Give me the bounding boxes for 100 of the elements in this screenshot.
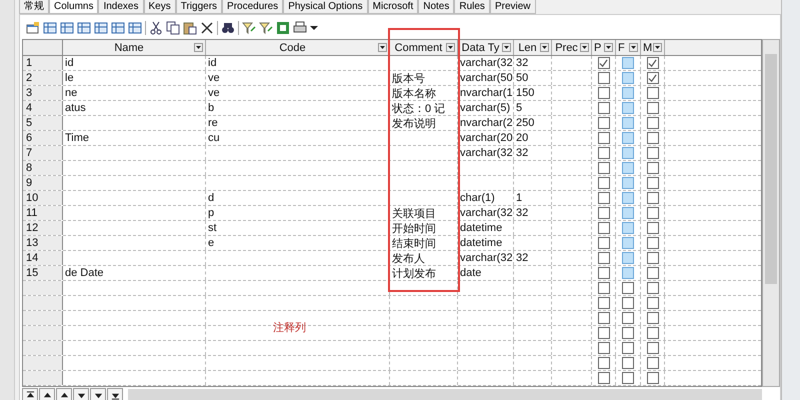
row-header[interactable] (23, 341, 63, 355)
tab[interactable]: Preview (490, 0, 536, 14)
checkbox[interactable] (622, 162, 634, 174)
checkbox[interactable] (622, 57, 634, 69)
checkbox[interactable] (598, 327, 610, 339)
row-header[interactable] (23, 281, 63, 295)
dropdown-icon[interactable] (502, 43, 511, 52)
checkbox[interactable] (622, 252, 634, 264)
checkbox[interactable] (622, 192, 634, 204)
checkbox[interactable] (622, 327, 634, 339)
filter-icon[interactable] (242, 21, 256, 35)
checkbox[interactable] (598, 222, 610, 234)
checkbox[interactable] (622, 177, 634, 189)
dropdown-icon[interactable] (194, 43, 203, 52)
row-header[interactable]: 12 (23, 221, 63, 235)
grid-icon[interactable] (43, 21, 57, 35)
checkbox[interactable] (622, 222, 634, 234)
properties-icon[interactable] (26, 21, 40, 35)
checkbox[interactable] (598, 177, 610, 189)
grid-icon[interactable] (60, 21, 74, 35)
checkbox[interactable] (598, 357, 610, 369)
printer-icon[interactable] (293, 21, 307, 35)
row-header[interactable]: 13 (23, 236, 63, 250)
checkbox[interactable] (598, 297, 610, 309)
checkbox[interactable] (646, 222, 658, 234)
row-header[interactable] (23, 296, 63, 310)
checkbox[interactable] (622, 342, 634, 354)
column-header[interactable]: Len (514, 40, 552, 55)
checkbox[interactable] (598, 372, 610, 384)
checkbox[interactable] (622, 297, 634, 309)
row-header[interactable]: 4 (23, 101, 63, 115)
checkbox[interactable] (622, 282, 634, 294)
row-header[interactable]: 14 (23, 251, 63, 265)
grid-icon[interactable] (111, 21, 125, 35)
row-header[interactable]: 7 (23, 146, 63, 160)
tab[interactable]: Notes (418, 0, 454, 14)
column-header[interactable]: F (616, 40, 641, 55)
binoculars-icon[interactable] (221, 21, 235, 35)
checkbox[interactable] (598, 72, 610, 84)
checkbox[interactable] (646, 102, 658, 114)
move-up-page-icon[interactable] (39, 388, 55, 400)
move-down-icon[interactable] (73, 388, 89, 400)
tab[interactable]: Microsoft (368, 0, 418, 14)
scissors-icon[interactable] (149, 21, 163, 35)
checkbox[interactable] (646, 342, 658, 354)
row-header[interactable] (23, 356, 63, 370)
column-header[interactable]: Prec (552, 40, 592, 55)
grid-icon[interactable] (128, 21, 142, 35)
row-header[interactable]: 8 (23, 161, 63, 175)
checkbox[interactable] (646, 117, 658, 129)
row-header[interactable]: 10 (23, 191, 63, 205)
tab[interactable]: Procedures (222, 0, 284, 14)
checkbox[interactable] (598, 192, 610, 204)
copy-icon[interactable] (166, 21, 180, 35)
checkbox[interactable] (622, 102, 634, 114)
tab[interactable]: Columns (49, 0, 98, 14)
checkbox[interactable] (646, 252, 658, 264)
dropdown-icon[interactable] (653, 43, 662, 52)
delete-icon[interactable] (200, 21, 214, 35)
move-down-page-icon[interactable] (90, 388, 106, 400)
caret-icon[interactable] (310, 24, 318, 32)
checkbox[interactable] (622, 357, 634, 369)
row-header[interactable]: 3 (23, 86, 63, 100)
checkbox[interactable] (646, 57, 658, 69)
checkbox[interactable] (598, 132, 610, 144)
row-header[interactable] (23, 311, 63, 325)
column-header[interactable]: Comment (390, 40, 458, 55)
checkbox[interactable] (646, 267, 658, 279)
dropdown-icon[interactable] (629, 43, 638, 52)
checkbox[interactable] (646, 372, 658, 384)
checkbox[interactable] (622, 147, 634, 159)
checkbox[interactable] (646, 162, 658, 174)
tab[interactable]: Rules (454, 0, 490, 14)
row-header[interactable]: 1 (23, 56, 63, 70)
tab[interactable]: 常规 (19, 0, 49, 14)
checkbox[interactable] (646, 297, 658, 309)
checkbox[interactable] (598, 207, 610, 219)
checkbox[interactable] (598, 147, 610, 159)
checkbox[interactable] (646, 207, 658, 219)
column-header[interactable]: Data Ty (458, 40, 514, 55)
checkbox[interactable] (598, 342, 610, 354)
checkbox[interactable] (646, 132, 658, 144)
tab[interactable]: Physical Options (283, 0, 368, 14)
row-header[interactable]: 11 (23, 206, 63, 220)
row-header[interactable]: 2 (23, 71, 63, 85)
dropdown-icon[interactable] (378, 43, 387, 52)
grid-icon[interactable] (77, 21, 91, 35)
checkbox[interactable] (622, 207, 634, 219)
checkbox[interactable] (598, 282, 610, 294)
checkbox[interactable] (598, 267, 610, 279)
tab[interactable]: Keys (144, 0, 176, 14)
row-header[interactable]: 6 (23, 131, 63, 145)
row-header[interactable]: 15 (23, 266, 63, 280)
checkbox[interactable] (598, 162, 610, 174)
checkbox[interactable] (622, 237, 634, 249)
checkbox[interactable] (646, 327, 658, 339)
checkbox[interactable] (646, 192, 658, 204)
checkbox[interactable] (598, 312, 610, 324)
checkbox[interactable] (646, 357, 658, 369)
column-header[interactable]: P (592, 40, 616, 55)
